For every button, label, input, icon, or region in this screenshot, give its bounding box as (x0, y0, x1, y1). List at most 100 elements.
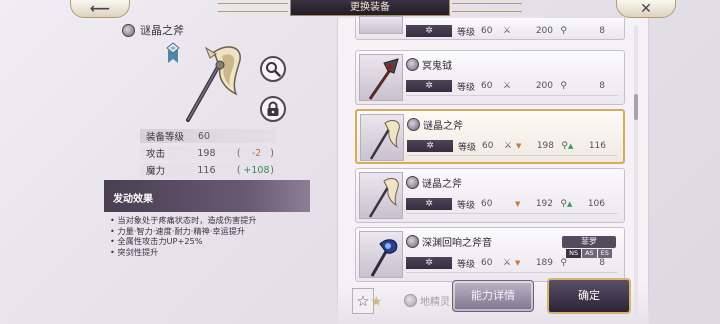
stat-row-attack: 攻击 198 ( -2 ) (140, 146, 276, 160)
exclusive-tag: 菲罗 NS AS ES (562, 236, 616, 258)
equipment-card[interactable]: ✲ 等级 60 ⚔ 200 ⚲ 8 (355, 16, 625, 40)
wand-icon: ⚲ (560, 199, 567, 209)
divider (407, 155, 617, 156)
item-name: 深渊回响之斧音 (406, 234, 492, 249)
sword-icon: ⚔ (503, 26, 512, 36)
attack-value: 198 (536, 141, 554, 151)
star-badge-icon: ★ (370, 294, 383, 310)
star-icon: ☆ (356, 292, 370, 310)
magnifier-icon (266, 62, 281, 77)
item-thumbnail (359, 172, 403, 219)
equipment-card[interactable]: 谜晶之斧 ✲ 等级 60 ▼ 192 ⚲ ▲ 106 (355, 168, 625, 223)
page-title: 更换装备 (290, 0, 450, 16)
scrollbar-track[interactable] (634, 26, 638, 316)
item-thumbnail (360, 114, 404, 161)
effect-line: • 当对象处于疼痛状态时，造成伤害提升 (110, 215, 257, 225)
level-value: 60 (481, 258, 493, 268)
stat-row-equip-level: 装备等级 60 (140, 129, 276, 143)
attack-trend-icon: ▼ (515, 200, 521, 208)
axe-type-icon (404, 294, 417, 307)
magic-value: 116 (588, 141, 606, 151)
scrollbar-thumb[interactable] (634, 94, 638, 120)
arrow-left-icon: ⟵ (89, 0, 111, 17)
level-label: 等级 (457, 27, 476, 38)
stat-paren-close: ) (270, 147, 274, 159)
rune-slot: ✲ (406, 25, 452, 37)
stat-value: 60 (198, 130, 211, 142)
sword-icon: ⚔ (504, 141, 513, 151)
magic-value: 106 (587, 199, 605, 209)
attack-value: 200 (535, 26, 553, 36)
stat-diff: +108 (243, 164, 270, 176)
attack-value: 192 (535, 199, 553, 209)
level-value: 60 (482, 141, 494, 151)
rune-slot: ✲ (406, 80, 452, 92)
item-thumbnail (359, 54, 403, 101)
magic-trend-icon: ▲ (568, 142, 574, 150)
item-name-text: 谜晶之斧 (423, 121, 463, 132)
item-name: 谜晶之斧 (407, 117, 463, 132)
lock-button[interactable] (260, 96, 286, 122)
level-value: 60 (481, 26, 493, 36)
axe-type-icon (406, 58, 419, 71)
level-value: 60 (481, 199, 493, 209)
item-name-text: 谜晶之斧 (422, 179, 462, 190)
divider (406, 213, 618, 214)
effect-line: • 全属性攻击力UP+25% (110, 236, 203, 246)
attack-value: 189 (535, 258, 553, 268)
stat-paren-close: ) (270, 164, 274, 176)
inspect-button[interactable] (260, 56, 286, 82)
stat-diff: -2 (251, 147, 262, 159)
axe-weapon-icon (369, 120, 400, 160)
axe-type-icon (407, 118, 420, 131)
magic-trend-icon: ▲ (567, 200, 573, 208)
magic-value: 8 (599, 81, 605, 91)
lock-icon (267, 101, 279, 116)
item-thumbnail (359, 231, 403, 278)
rune-slot: ✲ (406, 257, 452, 269)
halberd-icon (368, 58, 399, 100)
item-name: 谜晶之斧 (406, 175, 462, 190)
ability-detail-button[interactable]: 能力详情 (452, 280, 534, 312)
stat-label: 攻击 (146, 149, 166, 160)
item-stats: ✲ 等级 60 ⚔ ▼ 189 ⚲ 8 (406, 256, 624, 270)
next-item-name: 地精灵 (404, 293, 450, 308)
axe-type-icon (406, 235, 419, 248)
close-button[interactable]: ✕ (616, 0, 676, 18)
level-label: 等级 (457, 200, 476, 211)
attack-trend-icon: ▼ (515, 259, 521, 267)
stat-value: 198 (197, 147, 216, 159)
item-name: 冥鬼钺 (406, 57, 452, 72)
level-label: 等级 (458, 142, 477, 153)
wand-icon: ⚲ (561, 141, 568, 151)
rune-slot: ✲ (407, 140, 453, 152)
level-label: 等级 (457, 259, 476, 270)
item-stats: ✲ 等级 60 ⚔ 200 ⚲ 8 (406, 24, 624, 38)
close-x-icon: ✕ (640, 0, 652, 17)
stat-label: 装备等级 (146, 132, 185, 143)
item-name-text: 深渊回响之斧音 (422, 238, 492, 249)
attack-trend-icon: ▼ (516, 142, 522, 150)
stat-paren-open: ( (236, 147, 241, 159)
next-item-name-text: 地精灵 (420, 297, 450, 308)
effect-header: 发动效果 (104, 180, 310, 212)
equipment-card-selected[interactable]: 谜晶之斧 ✲ 等级 60 ⚔ ▼ 198 ⚲ ▲ 116 (355, 109, 625, 164)
item-stats: ✲ 等级 60 ⚔ 200 ⚲ 8 (406, 79, 624, 93)
effect-line: • 突剑性提升 (110, 246, 159, 257)
rune-slot: ✲ (406, 198, 452, 210)
equipment-card[interactable]: 深渊回响之斧音 菲罗 NS AS ES ✲ 等级 60 ⚔ ▼ 189 ⚲ 8 (355, 227, 625, 282)
stat-value: 116 (197, 164, 216, 176)
stat-paren-open: ( (236, 164, 241, 176)
attack-value: 200 (535, 81, 553, 91)
tag-name: 菲罗 (562, 236, 616, 248)
item-thumbnail (359, 16, 403, 34)
confirm-button[interactable]: 确定 (547, 278, 631, 314)
axe-type-icon (406, 176, 419, 189)
stat-row-magic: 魔力 116 ( +108 ) (140, 163, 276, 177)
item-stats: ✲ 等级 60 ⚔ ▼ 198 ⚲ ▲ 116 (407, 139, 625, 153)
back-button[interactable]: ⟵ (70, 0, 130, 18)
title-ornament-right (452, 3, 522, 12)
abyss-axe-icon (370, 239, 398, 277)
equipment-card[interactable]: 冥鬼钺 ✲ 等级 60 ⚔ 200 ⚲ 8 (355, 50, 625, 105)
wand-icon: ⚲ (560, 81, 567, 91)
